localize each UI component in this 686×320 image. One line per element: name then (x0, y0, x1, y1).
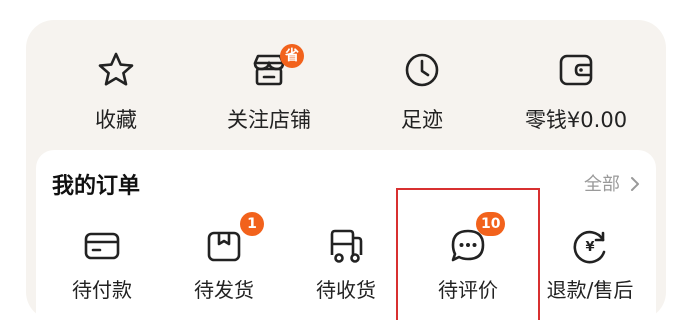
wallet-label: 零钱¥0.00 (524, 108, 628, 132)
followed-stores-badge: 省 (280, 44, 304, 68)
pending-shipment-badge: 1 (240, 212, 264, 236)
favorites-label: 收藏 (95, 108, 137, 132)
pending-shipment-button[interactable]: 1 待发货 (164, 212, 284, 318)
wallet-button[interactable]: 零钱¥0.00 (501, 40, 651, 140)
clock-icon (405, 53, 439, 87)
refund-aftersale-label: 退款/售后 (546, 278, 634, 302)
pending-receipt-button[interactable]: 待收货 (286, 218, 406, 318)
footprints-label: 足迹 (401, 108, 443, 132)
all-orders-link[interactable]: 全部 (584, 170, 620, 196)
my-page: 收藏 省 关注店铺 足迹 零钱¥0.00 我的订单 全部 待付款 1 待发货 待… (0, 0, 686, 320)
refund-aftersale-button[interactable]: ¥ 退款/售后 (530, 218, 650, 318)
star-icon (98, 52, 134, 86)
chevron-right-icon[interactable] (630, 176, 640, 192)
truck-icon (330, 229, 363, 263)
pending-payment-button[interactable]: 待付款 (42, 218, 162, 318)
package-icon (207, 231, 241, 262)
svg-text:¥: ¥ (585, 240, 594, 255)
followed-stores-label: 关注店铺 (227, 108, 311, 132)
pending-payment-label: 待付款 (72, 278, 132, 302)
wallet-icon (559, 54, 593, 86)
refund-icon: ¥ (573, 230, 606, 264)
orders-title: 我的订单 (52, 174, 141, 199)
card-icon (84, 232, 120, 260)
pending-receipt-label: 待收货 (316, 278, 376, 302)
quick-access-row: 收藏 省 关注店铺 足迹 零钱¥0.00 (26, 40, 666, 140)
footprints-button[interactable]: 足迹 (347, 40, 497, 140)
pending-shipment-label: 待发货 (194, 278, 254, 302)
selection-highlight (396, 188, 540, 320)
followed-stores-button[interactable]: 省 关注店铺 (194, 40, 344, 140)
favorites-button[interactable]: 收藏 (41, 40, 191, 140)
